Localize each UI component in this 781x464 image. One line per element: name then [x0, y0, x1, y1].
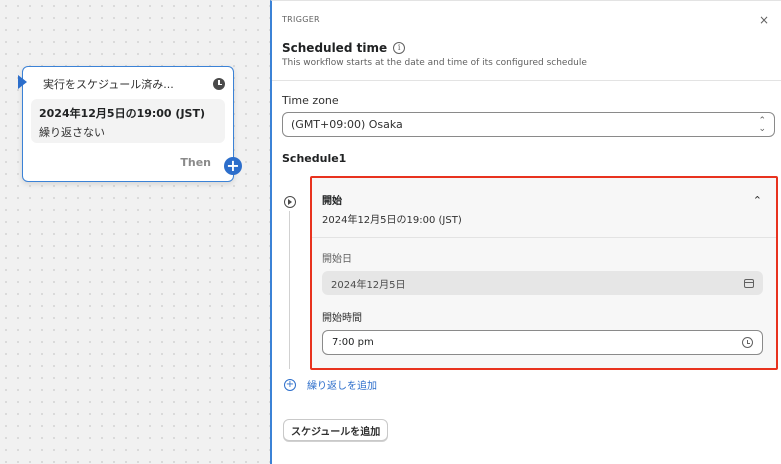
node-date: 2024年12月5日の19:00 (JST) — [39, 107, 205, 120]
node-title: 実行をスケジュール済み... — [43, 78, 174, 91]
timezone-value: (GMT+09:00) Osaka — [291, 118, 403, 131]
node-connector-marker — [18, 75, 27, 89]
chevron-up-icon[interactable]: ⌃ — [753, 194, 762, 207]
panel-header: TRIGGER × Scheduled time i This workflow… — [272, 1, 781, 81]
timeline-line — [289, 211, 290, 369]
chevron-updown-icon: ⌃ ⌄ — [758, 115, 766, 134]
calendar-icon — [744, 278, 754, 288]
start-date-field[interactable]: 2024年12月5日 — [322, 271, 763, 295]
add-step-button[interactable]: + — [224, 157, 242, 175]
start-date-label: 開始日 — [322, 254, 352, 265]
start-title: 開始 — [322, 196, 342, 207]
clock-icon — [742, 337, 753, 348]
then-label: Then — [180, 156, 211, 169]
add-repeat-row[interactable]: + 繰り返しを追加 — [284, 377, 377, 392]
node-summary: 2024年12月5日の19:00 (JST) 繰り返さない — [31, 99, 225, 143]
plus-circle-icon: + — [284, 378, 296, 391]
timezone-label: Time zone — [282, 94, 339, 107]
trigger-panel: TRIGGER × Scheduled time i This workflow… — [270, 0, 781, 464]
clock-icon — [213, 78, 225, 90]
close-icon[interactable]: × — [759, 13, 769, 27]
add-repeat-link[interactable]: 繰り返しを追加 — [307, 377, 377, 392]
start-time-label: 開始時間 — [322, 313, 362, 324]
start-date-value: 2024年12月5日 — [331, 279, 406, 291]
add-schedule-button[interactable]: スケジュールを追加 — [283, 419, 389, 441]
info-icon[interactable]: i — [393, 42, 406, 54]
start-section-header[interactable]: 開始 2024年12月5日の19:00 (JST) ⌃ — [312, 178, 776, 238]
start-time-field[interactable]: 7:00 pm — [322, 330, 763, 355]
start-time-value: 7:00 pm — [332, 337, 374, 348]
workflow-canvas[interactable]: 実行をスケジュール済み... 2024年12月5日の19:00 (JST) 繰り… — [0, 0, 270, 464]
play-circle-icon — [284, 196, 296, 208]
timezone-select[interactable]: (GMT+09:00) Osaka ⌃ ⌄ — [282, 112, 775, 137]
trigger-node[interactable]: 実行をスケジュール済み... 2024年12月5日の19:00 (JST) 繰り… — [18, 66, 242, 182]
node-repeat: 繰り返さない — [39, 126, 105, 139]
start-section: 開始 2024年12月5日の19:00 (JST) ⌃ 開始日 2024年12月… — [310, 176, 778, 370]
panel-heading: Scheduled time i — [282, 41, 406, 55]
panel-description: This workflow starts at the date and tim… — [282, 58, 587, 68]
node-header: 実行をスケジュール済み... — [31, 73, 225, 95]
schedule-label: Schedule1 — [282, 152, 347, 165]
start-section-body: 開始日 2024年12月5日 開始時間 7:00 pm — [312, 238, 776, 367]
start-summary: 2024年12月5日の19:00 (JST) — [322, 215, 462, 226]
panel-title: Scheduled time — [282, 41, 388, 55]
panel-kicker: TRIGGER — [282, 15, 320, 24]
